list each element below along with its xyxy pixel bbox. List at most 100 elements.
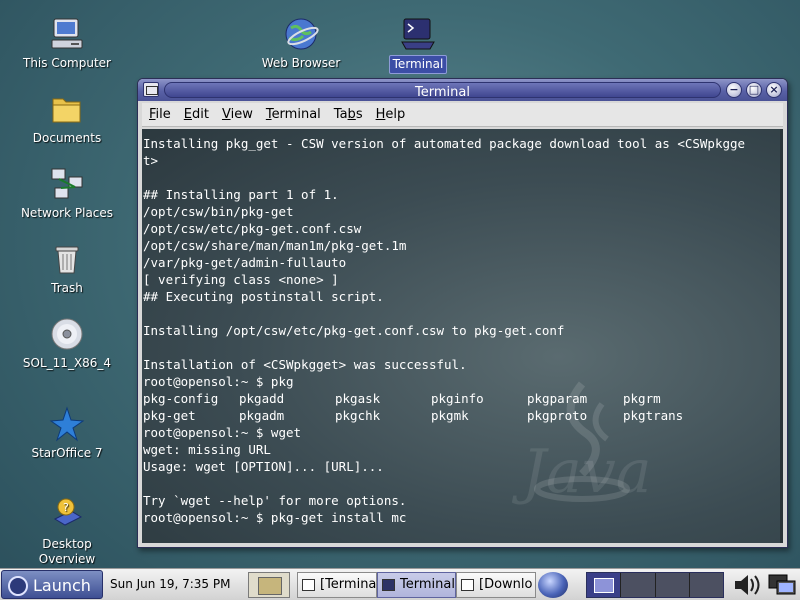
menu-edit[interactable]: Edit	[177, 103, 215, 122]
network-monitor-icon[interactable]	[768, 573, 796, 597]
completion-item: pkgproto	[527, 408, 588, 423]
menu-tabs[interactable]: Tabs	[327, 103, 369, 122]
terminal-scrollbar[interactable]	[780, 129, 783, 543]
completion-item: pkgparam	[527, 391, 588, 406]
bottom-panel: Launch Sun Jun 19, 7:35 PM [Termina Term…	[0, 568, 800, 600]
desktop-icon-label: Trash	[51, 281, 83, 295]
svg-text:?: ?	[63, 501, 69, 514]
terminal-window[interactable]: Terminal − □ × File Edit View Terminal Tabs H…	[137, 78, 788, 548]
terminal-line: /opt/csw/bin/pkg-get	[143, 204, 294, 219]
desktop-icon-web-browser[interactable]: Web Browser	[246, 16, 356, 72]
desktop-icon-label: Web Browser	[261, 56, 341, 70]
desktop-icon-terminal[interactable]: Terminal	[363, 16, 473, 74]
taskbar-label: [Downlo	[479, 577, 533, 592]
completion-item: pkgadm	[239, 408, 285, 423]
terminal-line: wget: missing URL	[143, 442, 271, 457]
taskbar-label: Terminal	[400, 577, 455, 592]
terminal-line: ## Executing postinstall script.	[143, 289, 384, 304]
trash-icon	[49, 241, 85, 277]
window-title: Terminal	[415, 85, 470, 100]
desktop-icon-network-places[interactable]: Network Places	[12, 166, 122, 222]
browser-globe-icon[interactable]	[538, 572, 568, 598]
terminal-line: Installing pkg_get - CSW version of auto…	[143, 136, 746, 151]
desktop-icon-staroffice[interactable]: StarOffice 7	[12, 406, 122, 462]
workspace-1[interactable]	[587, 573, 622, 597]
completion-item: pkgtrans	[623, 408, 684, 423]
terminal-line: ## Installing part 1 of 1.	[143, 187, 339, 202]
desktop-icon-this-computer[interactable]: This Computer	[12, 16, 122, 72]
desktop-icon-sol-cd[interactable]: SOL_11_X86_4	[12, 316, 122, 372]
completion-item: pkgadd	[239, 391, 285, 406]
taskbar-item-terminal-1[interactable]: [Termina	[297, 572, 377, 598]
window-icon	[461, 579, 474, 591]
volume-icon[interactable]	[732, 573, 762, 597]
desktop-icon-label: Network Places	[20, 206, 114, 220]
terminal-line: Installation of <CSWpkgget> was successf…	[143, 357, 467, 372]
desktop-icon-trash[interactable]: Trash	[12, 241, 122, 297]
terminal-line: root@opensol:~ $ pkg-get install mc	[143, 510, 407, 525]
terminal-output[interactable]: Java Installing pkg_get - CSW version of…	[142, 129, 783, 543]
cd-icon	[49, 316, 85, 352]
terminal-line: Installing /opt/csw/etc/pkg-get.conf.csw…	[143, 323, 565, 338]
taskbar-item-downloads[interactable]: [Downlo	[456, 572, 536, 598]
terminal-icon	[382, 579, 395, 591]
completion-item: pkgchk	[335, 408, 381, 423]
menu-view[interactable]: View	[215, 103, 259, 122]
workspace-2[interactable]	[621, 573, 656, 597]
completion-item: pkgrm	[623, 391, 661, 406]
launch-button[interactable]: Launch	[1, 570, 103, 599]
terminal-line: root@opensol:~ $ pkg	[143, 374, 294, 389]
completion-item: pkgask	[335, 391, 381, 406]
window-menu-icon[interactable]	[143, 82, 159, 97]
window-titlebar[interactable]: Terminal − □ ×	[138, 79, 787, 101]
help-book-icon: ?	[49, 497, 85, 533]
completion-item: pkgmk	[431, 408, 469, 423]
terminal-text: Installing pkg_get - CSW version of auto…	[143, 135, 777, 526]
terminal-line: t>	[143, 153, 159, 168]
workspace-3[interactable]	[655, 573, 690, 597]
taskbar-item-terminal-2[interactable]: Terminal	[377, 572, 456, 598]
completion-item: pkg-config	[143, 391, 219, 406]
terminal-line: root@opensol:~ $ wget	[143, 425, 302, 440]
desktop-icon-label: SOL_11_X86_4	[22, 356, 112, 370]
close-icon[interactable]: ×	[766, 82, 782, 98]
menu-terminal[interactable]: Terminal	[259, 103, 327, 122]
desktop-icon-desktop-overview[interactable]: ? Desktop Overview	[12, 497, 122, 568]
menubar: File Edit View Terminal Tabs Help	[142, 103, 783, 127]
taskbar-label: [Termina	[320, 577, 377, 592]
minimize-icon[interactable]: −	[726, 82, 742, 98]
launch-icon	[8, 576, 28, 596]
folder-icon	[49, 91, 85, 127]
staroffice-icon	[49, 406, 85, 442]
show-desktop-icon[interactable]	[248, 572, 290, 598]
terminal-icon	[400, 16, 436, 52]
workspace-4[interactable]	[689, 573, 723, 597]
terminal-line: Usage: wget [OPTION]... [URL]...	[143, 459, 384, 474]
completion-row: pkg-get pkgadm pkgchk pkgmk pkgproto pkgtrans	[143, 407, 777, 424]
completion-item: pkginfo	[431, 391, 484, 406]
terminal-line: /var/pkg-get/admin-fullauto	[143, 255, 347, 270]
menu-help[interactable]: Help	[369, 103, 412, 122]
terminal-line: /opt/csw/share/man/man1m/pkg-get.1m	[143, 238, 407, 253]
menu-file[interactable]: File	[142, 103, 177, 122]
clock[interactable]: Sun Jun 19, 7:35 PM	[110, 577, 230, 591]
desktop-icon-label: StarOffice 7	[31, 446, 103, 460]
desktop-icon-label: Terminal	[388, 55, 448, 74]
desktop-icon-label: Documents	[32, 131, 102, 145]
desktop-icon-label: This Computer	[23, 56, 111, 70]
desktop-icon-documents[interactable]: Documents	[12, 91, 122, 147]
network-icon	[49, 166, 85, 202]
terminal-line: [ verifying class <none> ]	[143, 272, 339, 287]
desktop-icon-label: Desktop Overview	[38, 537, 96, 566]
browser-globe-icon	[283, 16, 319, 52]
completion-item: pkg-get	[143, 408, 196, 423]
computer-icon	[49, 16, 85, 52]
terminal-line: Try `wget --help' for more options.	[143, 493, 407, 508]
workspace-switcher[interactable]	[586, 572, 724, 598]
maximize-icon[interactable]: □	[746, 82, 762, 98]
launch-label: Launch	[33, 576, 91, 595]
window-icon	[302, 579, 315, 591]
